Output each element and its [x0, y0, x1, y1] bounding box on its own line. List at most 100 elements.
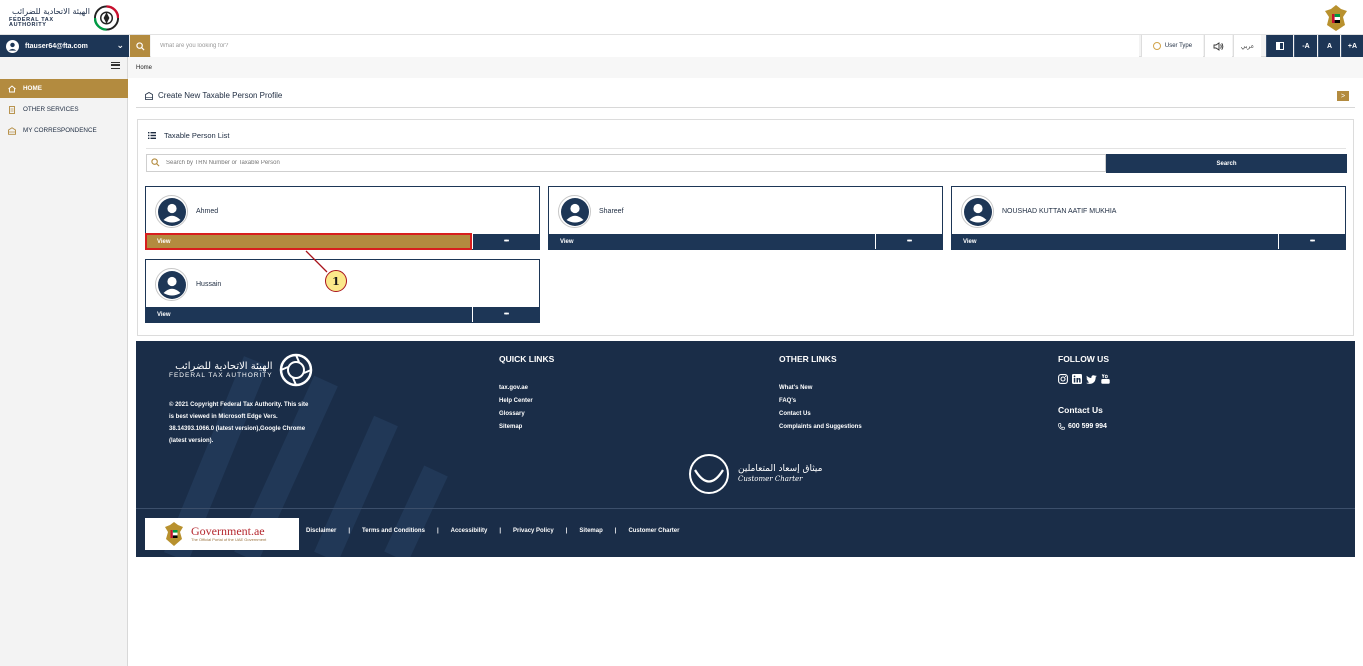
fta-logo-arabic: الهيئة الاتحادية للضرائب — [11, 6, 90, 16]
list-title: Taxable Person List — [164, 131, 230, 140]
taxable-person-search-button[interactable]: Search — [1106, 154, 1347, 173]
footer-link-privacy[interactable]: Privacy Policy — [513, 528, 554, 534]
taxable-person-card-ahmed: Ahmed View ••• — [145, 186, 540, 250]
footer-link-terms[interactable]: Terms and Conditions — [362, 528, 425, 534]
global-search-input[interactable] — [151, 35, 1139, 57]
phone-number[interactable]: 600 599 994 — [1058, 423, 1107, 430]
customer-charter-logo[interactable]: ميثاق إسعاد المتعاملين Customer Charter — [686, 453, 822, 495]
card-actions: View ••• — [952, 234, 1345, 249]
speaker-icon — [1213, 41, 1224, 51]
user-avatar-icon — [560, 197, 589, 226]
separator: | — [499, 528, 502, 534]
separator: | — [436, 528, 439, 534]
footer-link-customer-charter[interactable]: Customer Charter — [628, 528, 679, 534]
sidebar-item-label: MY CORRESPONDENCE — [23, 127, 97, 134]
footer-link-complaints[interactable]: Complaints and Suggestions — [779, 424, 862, 430]
create-profile-row: Create New Taxable Person Profile > — [136, 84, 1355, 108]
uae-emblem-icon — [165, 522, 183, 546]
footer: الهيئة الاتحادية للضرائب FEDERAL TAX AUT… — [136, 341, 1355, 557]
more-options-button[interactable]: ••• — [472, 234, 539, 249]
phone-number-text: 600 599 994 — [1068, 423, 1107, 430]
social-links — [1058, 374, 1110, 384]
footer-link-accessibility[interactable]: Accessibility — [451, 528, 488, 534]
view-button[interactable]: View — [145, 233, 472, 250]
taxable-person-card-shareef: Shareef View ••• — [548, 186, 943, 250]
user-type-icon — [1152, 42, 1161, 50]
font-normal-button[interactable]: A — [1318, 35, 1340, 57]
breadcrumb: Home — [128, 57, 1363, 78]
language-switch[interactable]: عربي — [1233, 35, 1261, 57]
footer-fta-logo[interactable]: الهيئة الاتحادية للضرائب FEDERAL TAX AUT… — [169, 353, 313, 387]
copyright-text: © 2021 Copyright Federal Tax Authority. … — [169, 402, 309, 444]
view-button[interactable]: View — [549, 234, 874, 249]
fta-logo[interactable]: الهيئة الاتحادية للضرائب FEDERAL TAX AUT… — [9, 4, 119, 32]
view-button[interactable]: View — [952, 234, 1277, 249]
list-icon — [148, 132, 156, 139]
hamburger-menu-icon[interactable] — [111, 62, 120, 69]
sidebar-item-my-correspondence[interactable]: MY CORRESPONDENCE — [0, 121, 128, 140]
footer-link-help-center[interactable]: Help Center — [499, 398, 533, 404]
more-options-button[interactable]: ••• — [875, 234, 942, 249]
avatar — [155, 195, 188, 228]
create-profile-expand-button[interactable]: > — [1337, 91, 1349, 101]
footer-link-contact-us[interactable]: Contact Us — [779, 411, 811, 417]
charter-smile-icon — [689, 454, 729, 494]
home-icon — [8, 84, 16, 93]
avatar — [155, 268, 188, 301]
footer-link-whats-new[interactable]: What's New — [779, 385, 812, 391]
separator: | — [565, 528, 568, 534]
contact-us-title: Contact Us — [1058, 405, 1103, 415]
footer-link-tax-gov[interactable]: tax.gov.ae — [499, 385, 528, 391]
top-header: الهيئة الاتحادية للضرائب FEDERAL TAX AUT… — [0, 0, 1363, 35]
user-type-button[interactable]: User Type — [1141, 35, 1203, 57]
person-name: Hussain — [196, 281, 222, 288]
breadcrumb-home[interactable]: Home — [136, 65, 152, 71]
government-ae-logo[interactable]: Government.ae The Official Portal of the… — [145, 518, 299, 550]
building-icon — [145, 91, 153, 100]
contrast-icon — [1276, 42, 1284, 50]
search-button[interactable] — [130, 35, 150, 57]
more-options-button[interactable]: ••• — [1278, 234, 1345, 249]
create-profile-link[interactable]: Create New Taxable Person Profile — [145, 91, 282, 100]
sidebar-item-label: OTHER SERVICES — [23, 106, 79, 113]
footer-logo-english: FEDERAL TAX AUTHORITY — [169, 371, 273, 379]
avatar — [961, 195, 994, 228]
text-to-speech-button[interactable] — [1204, 35, 1232, 57]
create-profile-label: Create New Taxable Person Profile — [158, 91, 283, 100]
taxable-person-search-input[interactable] — [146, 154, 1106, 172]
footer-logo-arabic: الهيئة الاتحادية للضرائب — [175, 360, 273, 372]
search-icon — [151, 158, 160, 167]
view-button[interactable]: View — [146, 307, 471, 322]
fta-emblem-icon — [279, 353, 312, 387]
user-avatar-icon — [157, 270, 186, 299]
user-menu[interactable]: ftauser64@fta.com ⌄ — [0, 35, 129, 57]
chevron-down-icon: ⌄ — [116, 40, 124, 50]
sidebar: HOME OTHER SERVICES MY CORRESPONDENCE — [0, 57, 128, 666]
linkedin-icon[interactable] — [1072, 374, 1082, 384]
card-actions: View ••• — [549, 234, 942, 249]
user-avatar-icon — [963, 197, 992, 226]
person-name: NOUSHAD KUTTAN AATIF MUKHIA — [1002, 208, 1117, 215]
sidebar-item-home[interactable]: HOME — [0, 79, 128, 98]
twitter-icon[interactable] — [1086, 374, 1097, 384]
card-actions: View ••• — [146, 307, 539, 322]
fta-logo-english: FEDERAL TAX AUTHORITY — [9, 16, 54, 28]
font-decrease-button[interactable]: -A — [1294, 35, 1317, 57]
youtube-icon[interactable] — [1101, 374, 1110, 384]
utility-bar: ftauser64@fta.com ⌄ User Type عربي -A A … — [0, 35, 1363, 57]
taxable-person-card-noushad: NOUSHAD KUTTAN AATIF MUKHIA View ••• — [951, 186, 1346, 250]
contrast-toggle-button[interactable] — [1266, 35, 1293, 57]
footer-link-sitemap[interactable]: Sitemap — [499, 424, 522, 430]
instagram-icon[interactable] — [1058, 374, 1068, 384]
sidebar-item-other-services[interactable]: OTHER SERVICES — [0, 100, 128, 119]
footer-link-disclaimer[interactable]: Disclaimer — [306, 528, 336, 534]
footer-link-glossary[interactable]: Glossary — [499, 411, 525, 417]
footer-link-sitemap-bottom[interactable]: Sitemap — [579, 528, 602, 534]
footer-link-faqs[interactable]: FAQ's — [779, 398, 796, 404]
gov-logo-subtitle: The Official Portal of the UAE Governmen… — [191, 537, 267, 543]
person-name: Ahmed — [196, 208, 219, 215]
taxable-person-card-hussain: Hussain View ••• — [145, 259, 540, 323]
charter-arabic: ميثاق إسعاد المتعاملين — [738, 464, 823, 475]
more-options-button[interactable]: ••• — [472, 307, 539, 322]
font-increase-button[interactable]: +A — [1341, 35, 1363, 57]
